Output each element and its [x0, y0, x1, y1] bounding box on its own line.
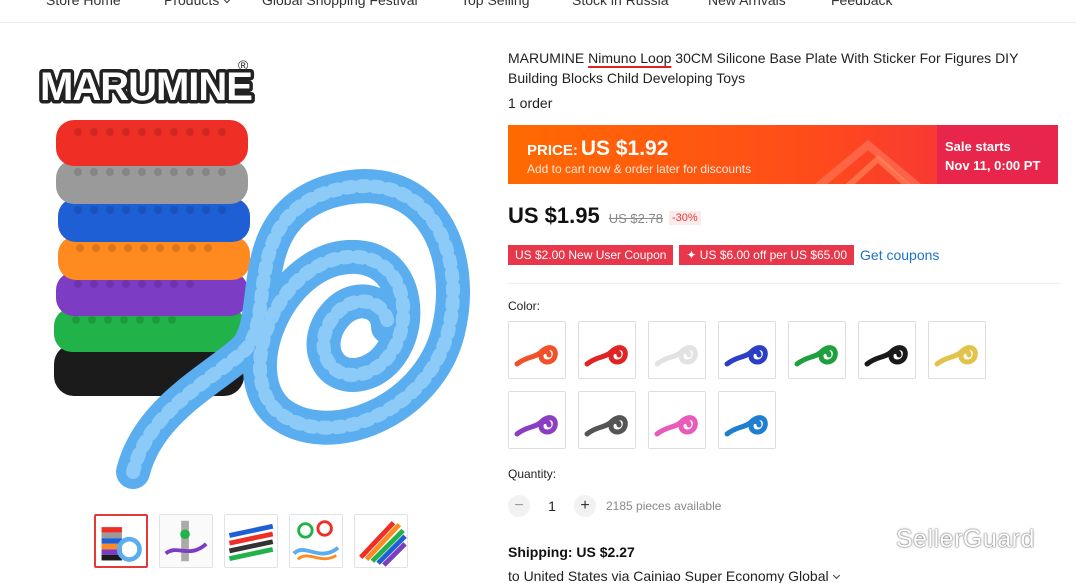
nav-products[interactable]: Products: [164, 0, 232, 8]
color-swatch-blue[interactable]: [718, 321, 776, 379]
title-prefix: MARUMINE: [508, 50, 589, 66]
color-swatch-purple[interactable]: [508, 391, 566, 449]
brand-logo: MARUMINE: [40, 65, 252, 109]
banner-price-value: US $1.92: [580, 137, 669, 160]
watermark: SellerGuard: [852, 524, 1035, 554]
thumbnail-3[interactable]: [224, 514, 278, 568]
quantity-increase-button[interactable]: +: [574, 495, 596, 517]
quantity-value[interactable]: 1: [530, 498, 574, 514]
color-swatch-white[interactable]: [648, 321, 706, 379]
color-label: Color:: [508, 299, 541, 313]
watermark-text: SellerGuard: [896, 524, 1035, 553]
sale-start-date: Nov 11, 0:00 PT: [945, 158, 1041, 173]
banner-decoration: [814, 139, 922, 184]
swatch-roll-icon: [724, 415, 768, 437]
wechat-icon: [852, 525, 889, 553]
color-swatches: [508, 321, 998, 449]
swatch-roll-icon: [934, 345, 978, 367]
nav-divider: [0, 22, 1076, 23]
stock-available: 2185 pieces available: [606, 499, 722, 513]
color-swatch-red[interactable]: [578, 321, 636, 379]
swatch-roll-icon: [584, 345, 628, 367]
quantity-label: Quantity:: [508, 467, 557, 481]
quantity-decrease-button[interactable]: −: [508, 495, 530, 517]
banner-subtext: Add to cart now & order later for discou…: [527, 162, 752, 176]
quantity-stepper: − 1 + 2185 pieces available: [508, 495, 721, 517]
color-swatch-yellow[interactable]: [928, 321, 986, 379]
price-row: US $1.95 US $2.78 -30%: [508, 203, 701, 229]
nav-top-selling[interactable]: Top Selling: [461, 0, 530, 8]
current-price: US $1.95: [508, 203, 600, 228]
color-swatch-gray[interactable]: [578, 391, 636, 449]
swatch-roll-icon: [514, 345, 558, 367]
shipping-destination[interactable]: to United States via Cainiao Super Econo…: [508, 568, 840, 583]
nav-products-label: Products: [164, 0, 220, 8]
product-photo: MARUMINE ®: [37, 57, 470, 489]
swatch-roll-icon: [864, 345, 908, 367]
chevron-down-icon: [223, 0, 232, 4]
registered-mark: ®: [238, 57, 249, 73]
color-swatch-green[interactable]: [788, 321, 846, 379]
color-swatch-orange-red[interactable]: [508, 321, 566, 379]
nav-stock-in-russia[interactable]: Stock in Russia: [572, 0, 668, 8]
color-swatch-pink[interactable]: [648, 391, 706, 449]
swatch-roll-icon: [794, 345, 838, 367]
thumbnail-4[interactable]: [289, 514, 343, 568]
thumbnail-strip: [94, 514, 408, 568]
shipping-cost: Shipping: US $2.27: [508, 544, 635, 560]
top-nav: Store Home Products Global Shopping Fest…: [0, 0, 1076, 12]
product-info: MARUMINE Nimuno Loop 30CM Silicone Base …: [508, 48, 1060, 111]
shipping-destination-text: to United States via Cainiao Super Econo…: [508, 568, 829, 583]
coupon-row: US $2.00 New User Coupon ✦ US $6.00 off …: [508, 245, 939, 265]
thumbnail-2[interactable]: [159, 514, 213, 568]
thumbnail-5[interactable]: [354, 514, 408, 568]
sale-start-box: Sale starts Nov 11, 0:00 PT: [937, 125, 1058, 184]
swatch-roll-icon: [584, 415, 628, 437]
nav-feedback[interactable]: Feedback: [831, 0, 892, 8]
nav-store-home[interactable]: Store Home: [46, 0, 121, 8]
banner-price: PRICE: US $1.92: [527, 137, 668, 161]
sale-start-label: Sale starts: [945, 139, 1011, 154]
get-coupons-link[interactable]: Get coupons: [860, 247, 939, 263]
thumbnail-1[interactable]: [94, 514, 148, 568]
divider: [508, 283, 1060, 284]
nav-new-arrivals[interactable]: New Arrivals: [708, 0, 786, 8]
nav-global-shopping-festival[interactable]: Global Shopping Festival: [262, 0, 418, 8]
price-banner: PRICE: US $1.92 Add to cart now & order l…: [508, 125, 1058, 184]
original-price: US $2.78: [608, 211, 663, 226]
color-swatch-light-blue[interactable]: [718, 391, 776, 449]
product-title: MARUMINE Nimuno Loop 30CM Silicone Base …: [508, 48, 1060, 88]
chevron-down-icon: [832, 571, 840, 580]
discount-badge: -30%: [668, 211, 701, 225]
swatch-roll-icon: [654, 345, 698, 367]
swatch-roll-icon: [514, 415, 558, 437]
swatch-roll-icon: [654, 415, 698, 437]
new-user-coupon[interactable]: US $2.00 New User Coupon: [508, 245, 674, 265]
store-coupon[interactable]: ✦ US $6.00 off per US $65.00: [679, 245, 855, 265]
title-highlight: Nimuno Loop: [588, 50, 672, 66]
banner-price-label: PRICE:: [527, 142, 578, 159]
color-swatch-black[interactable]: [858, 321, 916, 379]
swatch-roll-icon: [724, 345, 768, 367]
main-product-image[interactable]: MARUMINE ®: [28, 52, 478, 502]
order-count: 1 order: [508, 95, 553, 111]
